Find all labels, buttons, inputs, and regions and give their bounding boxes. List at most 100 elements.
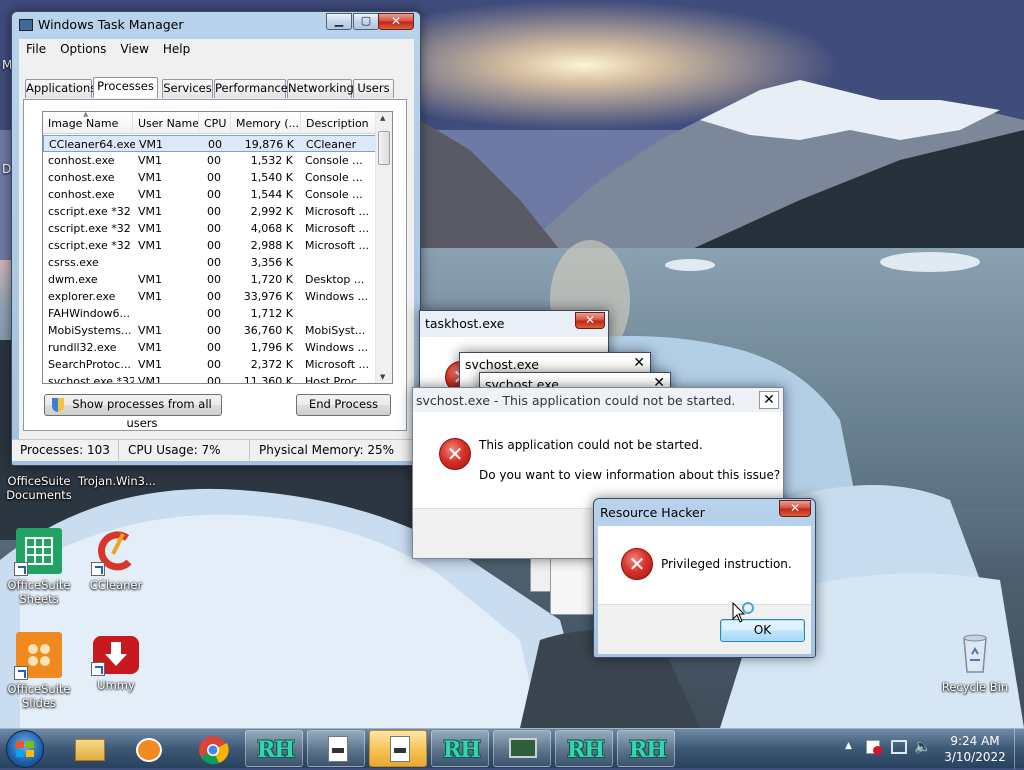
process-row[interactable]: conhost.exe VM1 00 1,540 K Console ... xyxy=(43,169,376,186)
desktop-icon-ummy[interactable]: Ummy xyxy=(78,636,154,692)
process-row[interactable]: cscript.exe *32 VM1 00 4,068 K Microsoft ... xyxy=(43,220,376,237)
title-bar[interactable]: svchost.exe - This application could not… xyxy=(413,388,783,412)
tab-networking[interactable]: Networking xyxy=(287,79,354,98)
close-icon[interactable]: ✕ xyxy=(633,355,645,371)
process-cell-image: dwm.exe xyxy=(48,273,98,286)
process-row[interactable]: SearchProtoc... VM1 00 2,372 K Microsoft ... xyxy=(43,356,376,373)
spreadsheet-icon xyxy=(14,528,62,576)
volume-icon[interactable]: 🔈 xyxy=(914,739,931,755)
process-row[interactable]: svchost.exe *32 VM1 00 11,360 K Host Proc... xyxy=(43,373,376,384)
title-bar[interactable]: Windows Task Manager ▁ ▢ ✕ xyxy=(12,12,420,38)
tab-performance[interactable]: Performance xyxy=(214,79,288,98)
vertical-scrollbar[interactable]: ▲ ▼ xyxy=(375,112,392,383)
process-row[interactable]: csrss.exe 00 3,356 K xyxy=(43,254,376,271)
scroll-thumb[interactable] xyxy=(378,131,390,165)
menu-help[interactable]: Help xyxy=(156,39,197,59)
show-all-processes-button[interactable]: Show processes from all users xyxy=(44,394,222,430)
process-cell-mem: 1,540 K xyxy=(250,171,293,184)
close-button[interactable]: ✕ xyxy=(378,13,414,30)
tab-applications[interactable]: Applications xyxy=(25,79,96,98)
process-cell-user: VM1 xyxy=(139,138,164,151)
close-button[interactable]: ✕ xyxy=(575,312,605,329)
process-row[interactable]: cscript.exe *32 VM1 00 2,992 K Microsoft ... xyxy=(43,203,376,220)
process-cell-cpu: 00 xyxy=(208,138,222,151)
taskbar-resource-hacker-4[interactable]: RH xyxy=(617,730,675,767)
desktop-icon-label: Trojan.Win3... xyxy=(78,474,156,488)
desktop-icon-trojan[interactable]: Trojan.Win3... xyxy=(78,474,156,488)
column-header-user-name[interactable]: User Name xyxy=(133,112,199,134)
tab-services[interactable]: Services xyxy=(162,79,213,98)
tab-processes[interactable]: Processes xyxy=(93,77,158,98)
menu-view[interactable]: View xyxy=(113,39,155,59)
presentation-icon xyxy=(14,632,62,680)
close-button[interactable]: ✕ xyxy=(759,391,779,409)
show-hidden-icons-button[interactable]: ▲ xyxy=(845,741,852,751)
taskbar-clock[interactable]: 9:24 AM 3/10/2022 xyxy=(932,733,1018,765)
desktop-icon-recycle-bin[interactable]: Recycle Bin xyxy=(937,630,1013,694)
scroll-up-arrow-icon[interactable]: ▲ xyxy=(380,114,385,122)
taskbar-resource-hacker-1[interactable]: RH xyxy=(245,730,303,767)
process-cell-user: VM1 xyxy=(138,358,163,371)
show-desktop-button[interactable] xyxy=(1014,729,1024,769)
desktop-icon-officesuite-slides[interactable]: OfficeSuite Slides xyxy=(1,632,77,710)
desktop-icon-officesuite-documents[interactable]: OfficeSuite Documents xyxy=(1,474,77,502)
taskbar-console-1[interactable] xyxy=(307,730,365,767)
process-row[interactable]: conhost.exe VM1 00 1,544 K Console ... xyxy=(43,186,376,203)
desktop-icon-ccleaner[interactable]: CCleaner xyxy=(78,528,154,592)
close-button[interactable]: ✕ xyxy=(779,500,811,517)
taskbar-task-manager[interactable] xyxy=(493,730,551,767)
process-cell-desc: Microsoft ... xyxy=(305,222,370,235)
desktop-icon-officesuite-sheets[interactable]: OfficeSuite Sheets xyxy=(1,528,77,606)
column-header-description[interactable]: Description xyxy=(301,112,377,134)
taskbar-resource-hacker-3[interactable]: RH xyxy=(555,730,613,767)
error-icon: ✕ xyxy=(439,438,471,470)
process-row[interactable]: MobiSystems... VM1 00 36,760 K MobiSyst... xyxy=(43,322,376,339)
process-cell-mem: 11,360 K xyxy=(243,375,293,384)
process-cell-cpu: 00 xyxy=(207,239,221,252)
maximize-button[interactable]: ▢ xyxy=(353,13,379,30)
title-bar[interactable]: Resource Hacker ✕ xyxy=(594,499,815,525)
taskbar-resource-hacker-2[interactable]: RH xyxy=(431,730,489,767)
ccleaner-icon xyxy=(91,528,139,576)
taskbar-media-player[interactable] xyxy=(119,730,177,767)
process-cell-desc: Console ... xyxy=(305,171,363,184)
process-cell-mem: 1,532 K xyxy=(250,154,293,167)
resource-hacker-dialog[interactable]: Resource Hacker ✕ ✕ Privileged instructi… xyxy=(593,498,816,658)
tab-strip: Applications Processes Services Performa… xyxy=(25,77,405,99)
scroll-down-arrow-icon[interactable]: ▼ xyxy=(380,373,385,381)
column-header-memory[interactable]: Memory (... xyxy=(231,112,301,134)
start-button[interactable] xyxy=(6,730,44,768)
desktop-icon-label: Ummy xyxy=(97,678,135,692)
process-cell-desc: Windows ... xyxy=(305,341,369,354)
process-row[interactable]: FAHWindow6... 00 1,712 K xyxy=(43,305,376,322)
tab-users[interactable]: Users xyxy=(353,79,394,98)
process-row[interactable]: CCleaner64.exe VM1 00 19,876 K CCleaner xyxy=(43,135,376,152)
process-row[interactable]: dwm.exe VM1 00 1,720 K Desktop ... xyxy=(43,271,376,288)
shortcut-arrow-icon xyxy=(91,662,105,676)
menu-options[interactable]: Options xyxy=(53,39,113,59)
process-cell-cpu: 00 xyxy=(207,358,221,371)
process-cell-image: conhost.exe xyxy=(48,188,115,201)
process-cell-image: cscript.exe *32 xyxy=(48,205,131,218)
column-header-cpu[interactable]: CPU xyxy=(199,112,231,134)
taskbar-console-2[interactable] xyxy=(369,730,427,767)
network-icon[interactable] xyxy=(891,740,907,754)
task-manager-window[interactable]: Windows Task Manager ▁ ▢ ✕ File Options Vi… xyxy=(11,11,421,466)
process-row[interactable]: conhost.exe VM1 00 1,532 K Console ... xyxy=(43,152,376,169)
process-row[interactable]: rundll32.exe VM1 00 1,796 K Windows ... xyxy=(43,339,376,356)
minimize-button[interactable]: ▁ xyxy=(326,13,352,30)
end-process-button[interactable]: End Process xyxy=(296,394,391,416)
process-row[interactable]: explorer.exe VM1 00 33,976 K Windows ... xyxy=(43,288,376,305)
taskbar-explorer[interactable] xyxy=(60,730,118,767)
process-cell-mem: 3,356 K xyxy=(250,256,293,269)
clock-date: 3/10/2022 xyxy=(944,750,1006,764)
shortcut-arrow-icon xyxy=(14,666,28,680)
taskbar-chrome[interactable] xyxy=(183,730,241,767)
title-bar[interactable]: taskhost.exe ✕ xyxy=(420,311,608,337)
menu-file[interactable]: File xyxy=(19,39,53,59)
window-title: Windows Task Manager xyxy=(38,17,184,32)
process-cell-desc: Desktop ... xyxy=(305,273,365,286)
process-row[interactable]: cscript.exe *32 VM1 00 2,988 K Microsoft ... xyxy=(43,237,376,254)
action-center-icon[interactable] xyxy=(866,740,882,755)
process-list[interactable]: Image Name User Name CPU Memory (... Des… xyxy=(42,111,393,384)
